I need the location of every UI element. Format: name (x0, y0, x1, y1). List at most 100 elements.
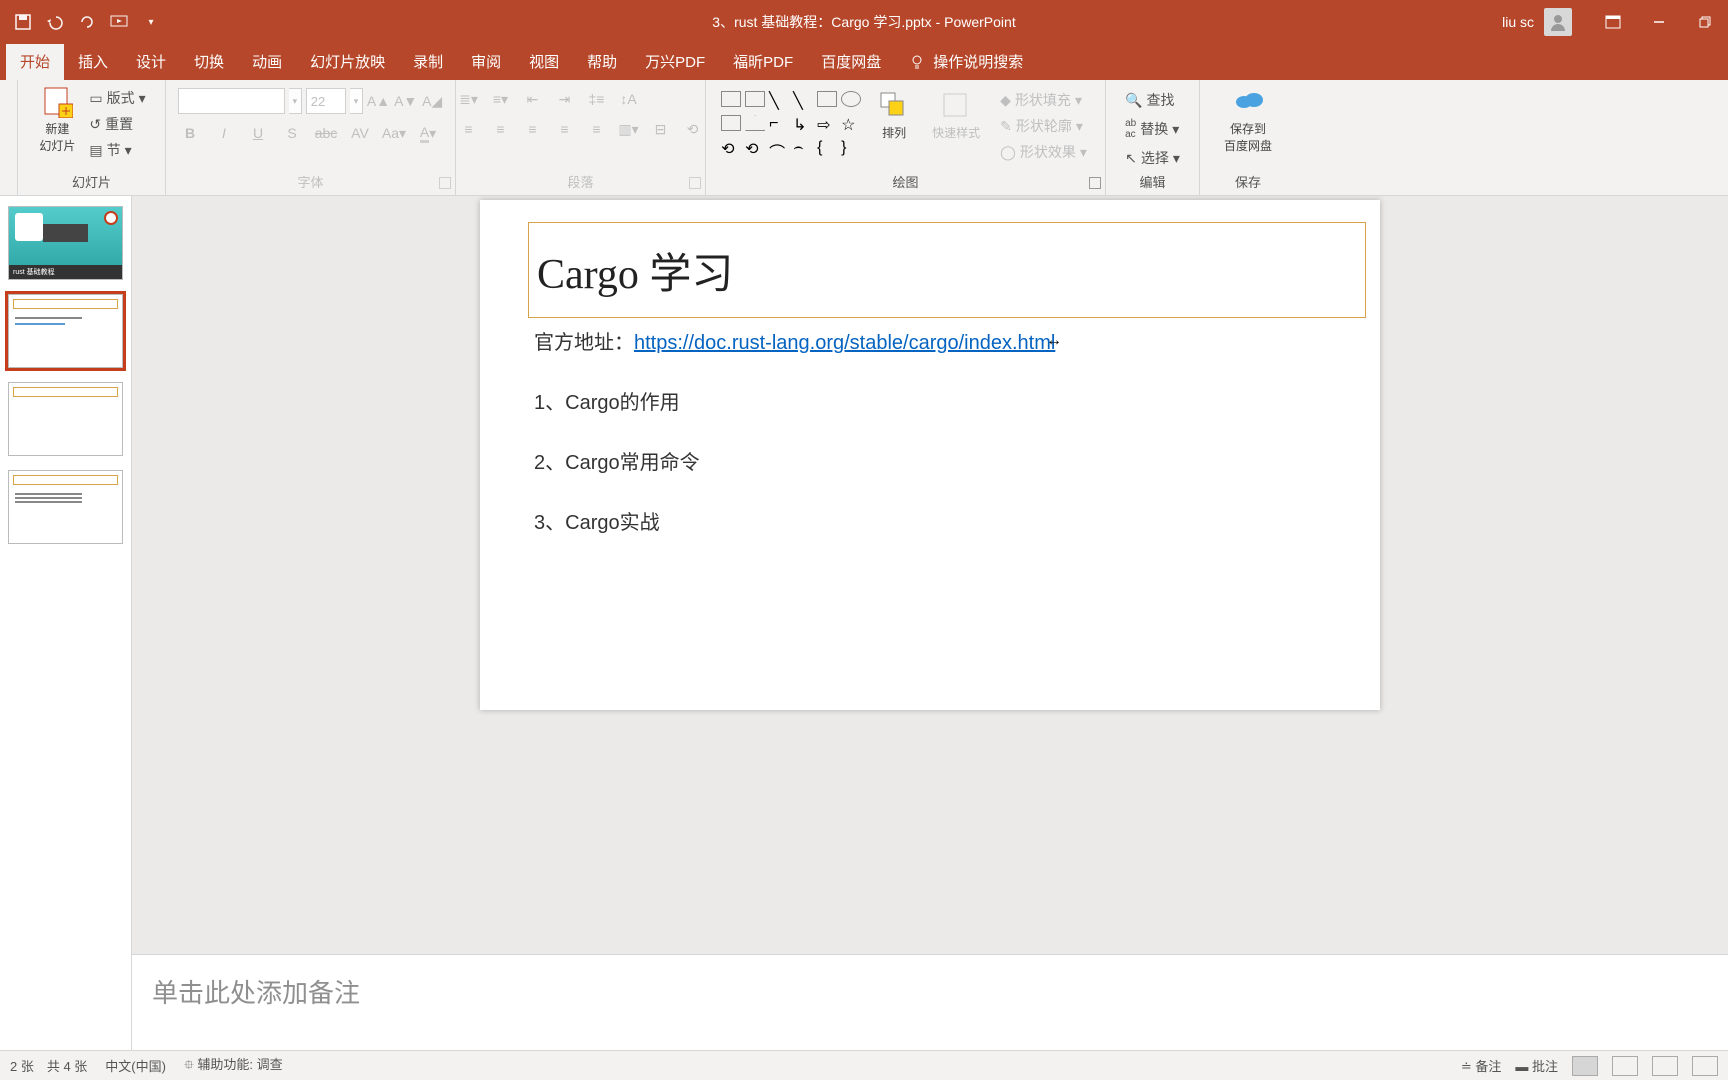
redo-icon[interactable] (78, 13, 96, 31)
replace-button[interactable]: abac替换 ▾ (1121, 116, 1184, 142)
user-name[interactable]: liu sc (1502, 14, 1534, 30)
accessibility-check[interactable]: ⯐ 辅助功能: 调查 (184, 1054, 283, 1078)
italic-button[interactable]: I (212, 122, 236, 144)
shape-effects-button[interactable]: ◯形状效果 ▾ (996, 140, 1091, 164)
content-placeholder[interactable]: 官方地址：https://doc.rust-lang.org/stable/ca… (534, 328, 1055, 568)
lightbulb-icon (909, 54, 925, 70)
select-button[interactable]: ↖选择 ▾ (1121, 146, 1184, 170)
align-text-button[interactable]: ⊟ (649, 118, 673, 140)
tab-home[interactable]: 开始 (6, 43, 64, 80)
ribbon-options-icon[interactable] (1590, 0, 1636, 44)
notes-placeholder: 单击此处添加备注 (152, 978, 360, 1008)
chevron-down-icon[interactable]: ▾ (289, 88, 302, 114)
decrease-indent-button[interactable]: ⇤ (521, 88, 545, 110)
columns-button[interactable]: ▥▾ (617, 118, 641, 140)
tab-insert[interactable]: 插入 (64, 43, 122, 80)
group-label: 幻灯片 (72, 170, 111, 195)
slide-thumbnails: rust 基础教程 (0, 196, 132, 1050)
increase-font-icon[interactable]: A▲ (367, 90, 390, 112)
font-size-combo[interactable]: 22 (306, 88, 346, 114)
thumbnail-slide-1[interactable]: rust 基础教程 (8, 206, 123, 280)
arrange-button[interactable]: 排列 (872, 88, 916, 143)
sorter-view-icon[interactable] (1612, 1056, 1638, 1076)
find-button[interactable]: 🔍查找 (1121, 88, 1184, 112)
notes-toggle[interactable]: ≐ 备注 (1461, 1056, 1502, 1075)
tab-record[interactable]: 录制 (399, 43, 457, 80)
justify-button[interactable]: ≡ (553, 118, 577, 140)
qat-customize-icon[interactable]: ▾ (142, 13, 160, 31)
smartart-button[interactable]: ⟲ (681, 118, 705, 140)
tab-foxit-pdf[interactable]: 福昕PDF (719, 43, 807, 80)
thumbnail-slide-4[interactable] (8, 470, 123, 544)
line-spacing-button[interactable]: ‡≡ (585, 88, 609, 110)
align-left-button[interactable]: ≡ (457, 118, 481, 140)
decrease-font-icon[interactable]: A▼ (394, 90, 417, 112)
title-placeholder[interactable]: Cargo 学习 (528, 222, 1366, 318)
chevron-down-icon[interactable]: ▾ (350, 88, 363, 114)
align-center-button[interactable]: ≡ (489, 118, 513, 140)
numbering-button[interactable]: ≡▾ (489, 88, 513, 110)
dialog-launcher-icon[interactable] (1089, 177, 1101, 189)
group-paragraph: ≣▾ ≡▾ ⇤ ⇥ ‡≡ ↕A ≡ ≡ ≡ ≡ ≡ ▥▾ ⊟ ⟲ 段落 (456, 80, 706, 195)
tab-design[interactable]: 设计 (122, 43, 180, 80)
comments-toggle[interactable]: ▬ 批注 (1515, 1056, 1558, 1075)
cursor-icon: ↔ (1046, 332, 1062, 350)
effects-icon: ◯ (1000, 144, 1016, 161)
slideshow-icon[interactable] (110, 13, 128, 31)
tab-transitions[interactable]: 切换 (180, 43, 238, 80)
underline-button[interactable]: U (246, 122, 270, 144)
dialog-launcher-icon[interactable] (689, 177, 701, 189)
change-case-button[interactable]: Aa▾ (382, 122, 406, 144)
tab-help[interactable]: 帮助 (573, 43, 631, 80)
url-link[interactable]: https://doc.rust-lang.org/stable/cargo/i… (634, 332, 1055, 354)
font-family-combo[interactable] (178, 88, 285, 114)
tab-baidu[interactable]: 百度网盘 (807, 43, 895, 80)
restore-icon[interactable] (1682, 0, 1728, 44)
user-avatar[interactable] (1544, 8, 1572, 36)
reading-view-icon[interactable] (1652, 1056, 1678, 1076)
new-slide-button[interactable]: 新建 幻灯片 (33, 84, 81, 156)
slideshow-view-icon[interactable] (1692, 1056, 1718, 1076)
increase-indent-button[interactable]: ⇥ (553, 88, 577, 110)
body-line-1: 1、Cargo的作用 (534, 388, 1055, 418)
language-indicator[interactable]: 中文(中国) (105, 1056, 166, 1075)
title-bar: ▾ 3、rust 基础教程：Cargo 学习.pptx - PowerPoint… (0, 0, 1728, 44)
bold-button[interactable]: B (178, 122, 202, 144)
shapes-gallery[interactable]: ╲╲ ⌐↳⇨☆ ⟲⟲⌒⌢{} (720, 88, 862, 158)
notes-pane[interactable]: 单击此处添加备注 (132, 954, 1728, 1050)
tab-wanxing-pdf[interactable]: 万兴PDF (631, 43, 719, 80)
slide-counter[interactable]: 2 张 共 4 张 (10, 1056, 87, 1075)
save-icon[interactable] (14, 13, 32, 31)
font-color-button[interactable]: A▾ (416, 122, 440, 144)
distribute-button[interactable]: ≡ (585, 118, 609, 140)
bullets-button[interactable]: ≣▾ (457, 88, 481, 110)
clear-format-icon[interactable]: A◢ (421, 90, 443, 112)
thumbnail-slide-2[interactable] (8, 294, 123, 368)
tab-animations[interactable]: 动画 (238, 43, 296, 80)
shape-fill-button[interactable]: ◆形状填充 ▾ (996, 88, 1091, 112)
layout-button[interactable]: ▭版式 ▾ (85, 86, 149, 110)
tab-view[interactable]: 视图 (515, 43, 573, 80)
dialog-launcher-icon[interactable] (439, 177, 451, 189)
slide-canvas[interactable]: Cargo 学习 官方地址：https://doc.rust-lang.org/… (480, 200, 1380, 710)
quick-styles-icon (940, 90, 972, 122)
normal-view-icon[interactable] (1572, 1056, 1598, 1076)
undo-icon[interactable] (46, 13, 64, 31)
workspace: rust 基础教程 Cargo 学习 官方地址：https://doc.rust… (0, 196, 1728, 1050)
reset-button[interactable]: ↺重置 (85, 112, 149, 136)
minimize-icon[interactable] (1636, 0, 1682, 44)
shape-outline-button[interactable]: ✎形状轮廓 ▾ (996, 114, 1091, 138)
strike-button[interactable]: abc (314, 122, 338, 144)
arrange-icon (878, 90, 910, 122)
thumbnail-slide-3[interactable] (8, 382, 123, 456)
tab-slideshow[interactable]: 幻灯片放映 (296, 43, 399, 80)
align-right-button[interactable]: ≡ (521, 118, 545, 140)
quick-styles-button[interactable]: 快速样式 (926, 88, 986, 143)
tab-review[interactable]: 审阅 (457, 43, 515, 80)
shadow-button[interactable]: S (280, 122, 304, 144)
char-spacing-button[interactable]: AV (348, 122, 372, 144)
tell-me-search[interactable]: 操作说明搜索 (895, 43, 1037, 80)
text-direction-button[interactable]: ↕A (617, 88, 641, 110)
save-baidu-button[interactable]: 保存到 百度网盘 (1218, 84, 1278, 156)
section-button[interactable]: ▤节 ▾ (85, 138, 149, 162)
